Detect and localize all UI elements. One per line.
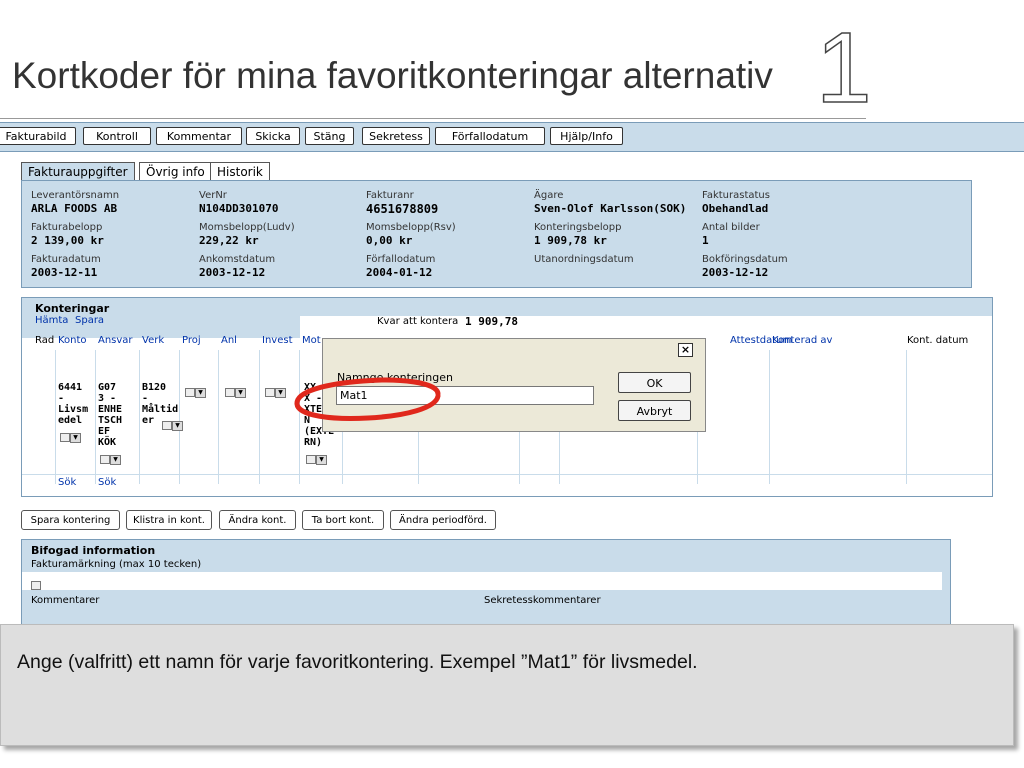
- col-ansvar[interactable]: Ansvar: [98, 335, 133, 346]
- momsbelopp-ludv-value: 229,22 kr: [199, 234, 259, 247]
- close-icon[interactable]: ×: [678, 343, 693, 357]
- slide-title: Kortkoder för mina favoritkonteringar al…: [12, 55, 773, 96]
- bokforingsdatum-value: 2003-12-12: [702, 266, 769, 279]
- leverantorsnamn-value: ARLA FOODS AB: [31, 202, 118, 215]
- proj-dropdown[interactable]: ▼: [185, 382, 206, 401]
- hjalp-info-button[interactable]: Hjälp/Info: [550, 127, 623, 145]
- ankomstdatum-value: 2003-12-12: [199, 266, 266, 279]
- forfallodatum-value: 2004-01-12: [366, 266, 433, 279]
- kommentarer-label: Kommentarer: [31, 595, 100, 606]
- col-rad: Rad: [35, 335, 55, 346]
- kommentar-button[interactable]: Kommentar: [156, 127, 242, 145]
- fakturastatus-label: Fakturastatus: [702, 190, 770, 201]
- sekretess-button[interactable]: Sekretess: [362, 127, 430, 145]
- spara-kontering-button[interactable]: Spara kontering: [21, 510, 120, 530]
- col-mot[interactable]: Mot: [302, 335, 321, 346]
- col-verk[interactable]: Verk: [142, 335, 164, 346]
- kontroll-button[interactable]: Kontroll: [83, 127, 151, 145]
- vernr-value: N104DD301070: [199, 202, 279, 215]
- fakturamarkning-label: Fakturamärkning (max 10 tecken): [31, 559, 202, 570]
- skicka-button[interactable]: Skicka: [246, 127, 300, 145]
- spara-link[interactable]: Spara: [75, 315, 104, 326]
- tab-historik[interactable]: Historik: [210, 162, 270, 181]
- slide-number: 1: [815, 12, 872, 124]
- antal-bilder-label: Antal bilder: [702, 222, 760, 233]
- fakturanr-value: 4651678809: [366, 202, 439, 216]
- bifogad-title: Bifogad information: [31, 544, 156, 557]
- sok-konto-link[interactable]: Sök: [58, 477, 76, 488]
- klistra-in-kont-button[interactable]: Klistra in kont.: [126, 510, 212, 530]
- fakturastatus-value: Obehandlad: [702, 202, 769, 215]
- sok-ansvar-link[interactable]: Sök: [98, 477, 116, 488]
- mot-dropdown[interactable]: ▼: [306, 449, 327, 468]
- konteringar-title: Konteringar: [35, 302, 110, 315]
- kvar-att-kontera-label: Kvar att kontera: [377, 316, 459, 327]
- stang-button[interactable]: Stäng: [305, 127, 354, 145]
- konto-dropdown[interactable]: ▼: [60, 427, 81, 446]
- fakturabelopp-label: Fakturabelopp: [31, 222, 103, 233]
- agare-label: Ägare: [534, 190, 564, 201]
- fakturanr-label: Fakturanr: [366, 190, 414, 201]
- forfallodatum-button[interactable]: Förfallodatum: [435, 127, 545, 145]
- annotation-ellipse: [294, 377, 441, 421]
- momsbelopp-rsv-label: Momsbelopp(Rsv): [366, 222, 456, 233]
- row-ansvar-value[interactable]: G07 3 - ENHE TSCH EF KÖK: [98, 382, 122, 448]
- fakturabelopp-value: 2 139,00 kr: [31, 234, 104, 247]
- ok-button[interactable]: OK: [618, 372, 691, 393]
- title-underline: [0, 118, 866, 119]
- invoice-info-panel: Leverantörsnamn ARLA FOODS AB VerNr N104…: [21, 180, 972, 288]
- fakturadatum-value: 2003-12-11: [31, 266, 98, 279]
- col-anl[interactable]: Anl: [221, 335, 237, 346]
- andra-periodford-button[interactable]: Ändra periodförd.: [390, 510, 496, 530]
- fakturadatum-label: Fakturadatum: [31, 254, 101, 265]
- invoice-app: Fakturabild Kontroll Kommentar Skicka St…: [0, 122, 1024, 625]
- tab-fakturauppgifter[interactable]: Fakturauppgifter: [21, 162, 135, 181]
- toolbar: Fakturabild Kontroll Kommentar Skicka St…: [0, 122, 1024, 152]
- caption-text: Ange (valfritt) ett namn för varje favor…: [17, 651, 698, 673]
- kvar-att-kontera-value: 1 909,78: [465, 315, 518, 328]
- antal-bilder-value: 1: [702, 234, 709, 247]
- col-konto[interactable]: Konto: [58, 335, 87, 346]
- hamta-link[interactable]: Hämta: [35, 315, 68, 326]
- tab-ovrig-info[interactable]: Övrig info: [139, 162, 212, 181]
- andra-kont-button[interactable]: Ändra kont.: [219, 510, 296, 530]
- fakturamarkning-field[interactable]: [22, 572, 942, 590]
- leverantorsnamn-label: Leverantörsnamn: [31, 190, 120, 201]
- fakturabild-button[interactable]: Fakturabild: [0, 127, 76, 145]
- verk-dropdown[interactable]: ▼: [162, 415, 183, 434]
- row-konto-value[interactable]: 6441 - Livsm edel: [58, 382, 88, 426]
- col-invest[interactable]: Invest: [262, 335, 293, 346]
- avbryt-button[interactable]: Avbryt: [618, 400, 691, 421]
- konteringsbelopp-label: Konteringsbelopp: [534, 222, 622, 233]
- momsbelopp-ludv-label: Momsbelopp(Ludv): [199, 222, 295, 233]
- momsbelopp-rsv-value: 0,00 kr: [366, 234, 413, 247]
- bokforingsdatum-label: Bokföringsdatum: [702, 254, 788, 265]
- utanordningsdatum-label: Utanordningsdatum: [534, 254, 634, 265]
- ta-bort-kont-button[interactable]: Ta bort kont.: [302, 510, 384, 530]
- ansvar-dropdown[interactable]: ▼: [100, 449, 121, 468]
- sekretesskommentarer-label: Sekretesskommentarer: [484, 595, 601, 606]
- ankomstdatum-label: Ankomstdatum: [199, 254, 276, 265]
- col-kont-datum: Kont. datum: [907, 335, 969, 346]
- bifogad-information-panel: Bifogad information Fakturamärkning (max…: [21, 539, 951, 625]
- agare-value: Sven-Olof Karlsson(SOK): [534, 202, 687, 215]
- vernr-label: VerNr: [199, 190, 227, 201]
- konteringsbelopp-value: 1 909,78 kr: [534, 234, 607, 247]
- col-proj[interactable]: Proj: [182, 335, 201, 346]
- invest-dropdown[interactable]: ▼: [265, 382, 286, 401]
- caption-box: Ange (valfritt) ett namn för varje favor…: [0, 624, 1014, 746]
- anl-dropdown[interactable]: ▼: [225, 382, 246, 401]
- col-konterad-av[interactable]: Konterad av: [772, 335, 832, 346]
- forfallodatum-label: Förfallodatum: [366, 254, 436, 265]
